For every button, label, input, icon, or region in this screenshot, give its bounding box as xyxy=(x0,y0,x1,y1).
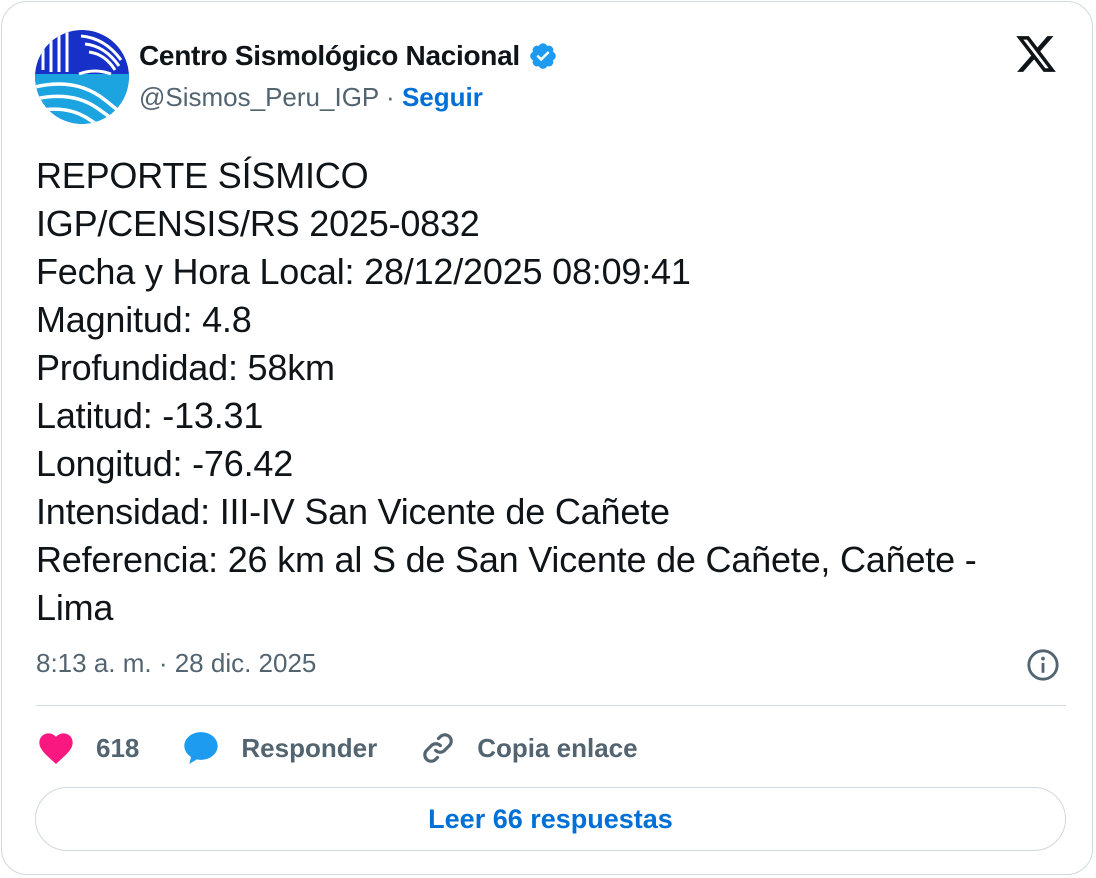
follow-button[interactable]: Seguir xyxy=(402,82,483,112)
embedded-post-card: Centro Sismológico Nacional @Sismos_Peru… xyxy=(1,1,1093,875)
like-count: 618 xyxy=(96,732,140,763)
igp-logo-icon xyxy=(35,30,129,124)
author-name-text: Centro Sismológico Nacional xyxy=(139,40,520,71)
author-handle-row: @Sismos_Peru_IGP · Seguir xyxy=(139,82,483,113)
verified-badge-icon xyxy=(530,43,556,69)
post-line-report-id: IGP/CENSIS/RS 2025-0832 xyxy=(36,203,480,244)
post-line-depth: Profundidad: 58km xyxy=(36,347,335,388)
read-replies-label: Leer 66 respuestas xyxy=(428,803,673,834)
post-line-reference: Referencia: 26 km al S de San Vicente de… xyxy=(36,539,977,580)
divider xyxy=(36,705,1066,706)
copy-link-label: Copia enlace xyxy=(477,732,638,763)
post-line-intensity: Intensidad: III-IV San Vicente de Cañete xyxy=(36,491,670,532)
post-line-title: REPORTE SÍSMICO xyxy=(36,155,369,196)
post-line-datetime: Fecha y Hora Local: 28/12/2025 08:09:41 xyxy=(36,251,691,292)
author-handle[interactable]: @Sismos_Peru_IGP xyxy=(139,82,379,112)
read-replies-button[interactable]: Leer 66 respuestas xyxy=(35,787,1066,851)
reply-button[interactable]: Responder xyxy=(181,728,377,768)
post-line-magnitude: Magnitud: 4.8 xyxy=(36,299,252,340)
post-line-longitude: Longitud: -76.42 xyxy=(36,443,294,484)
post-timestamp[interactable]: 8:13 a. m. · 28 dic. 2025 xyxy=(36,648,316,679)
handle-separator: · xyxy=(386,82,395,112)
link-icon xyxy=(423,733,453,763)
speech-bubble-icon xyxy=(184,732,219,764)
heart-icon xyxy=(39,733,73,764)
author-name[interactable]: Centro Sismológico Nacional xyxy=(139,40,558,72)
info-icon[interactable] xyxy=(1026,648,1060,682)
author-avatar[interactable] xyxy=(35,30,129,124)
post-text: REPORTE SÍSMICO IGP/CENSIS/RS 2025-0832 … xyxy=(36,152,1076,632)
like-button[interactable]: 618 xyxy=(36,728,139,768)
reply-label: Responder xyxy=(241,732,378,763)
copy-link-button[interactable]: Copia enlace xyxy=(419,729,638,767)
x-logo-icon[interactable] xyxy=(1014,32,1058,76)
post-line-latitude: Latitud: -13.31 xyxy=(36,395,264,436)
post-actions: 618 Responder Copia enlace xyxy=(36,724,680,772)
post-line-reference-cont: Lima xyxy=(36,587,114,628)
